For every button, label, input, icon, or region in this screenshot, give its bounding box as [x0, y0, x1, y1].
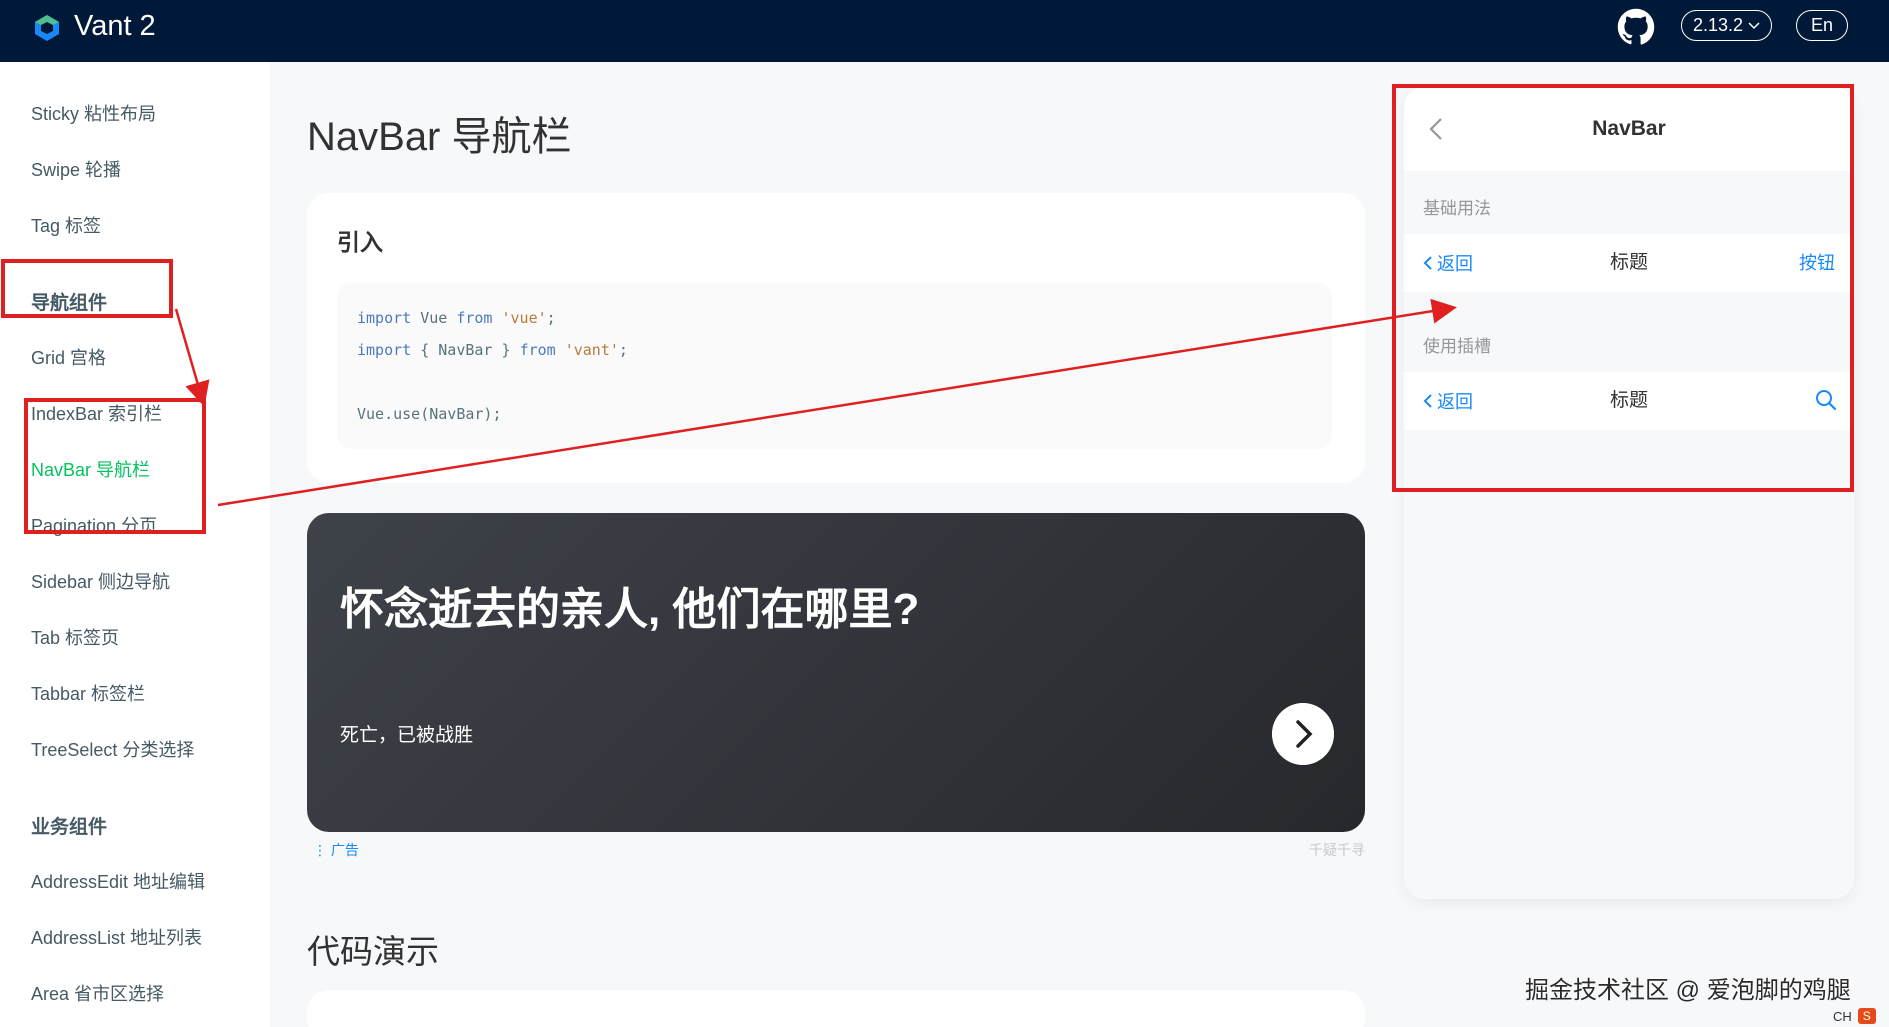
sidebar-item-grid[interactable]: Grid 宫格: [31, 344, 106, 370]
demo-label-slot: 使用插槽: [1423, 337, 1491, 356]
ime-indicator[interactable]: CH S: [1833, 1008, 1876, 1024]
watermark: 掘金技术社区 @ 爱泡脚的鸡腿: [1525, 977, 1851, 1004]
ad-source[interactable]: 千疑千寻: [1309, 840, 1365, 860]
code-line-3: Vue.use(NavBar);: [357, 405, 502, 423]
demo-navbar-basic: 返回 标题 按钮: [1404, 234, 1854, 292]
search-icon[interactable]: [1814, 388, 1838, 412]
github-icon[interactable]: [1617, 8, 1655, 46]
ad-footer: ⋮ 广告 千疑千寻: [307, 840, 1365, 862]
page-title: NavBar 导航栏: [307, 115, 572, 159]
version-label: 2.13.2: [1692, 15, 1744, 35]
code-line-2: import { NavBar } from 'vant';: [357, 341, 628, 359]
sidebar-item-area[interactable]: Area 省市区选择: [31, 980, 164, 1006]
language-switch-button[interactable]: En: [1796, 10, 1848, 41]
sidebar-item-sidebar[interactable]: Sidebar 侧边导航: [31, 568, 170, 594]
ime-lang: CH: [1833, 1008, 1852, 1024]
sidebar-item-tab[interactable]: Tab 标签页: [31, 624, 119, 650]
top-header: Vant 2 2.13.2 En: [0, 0, 1889, 62]
intro-card: 引入 import Vue from 'vue'; import { NavBa…: [307, 193, 1365, 483]
sidebar-item-pagination[interactable]: Pagination 分页: [31, 512, 157, 538]
ad-tag[interactable]: ⋮ 广告: [313, 840, 359, 860]
sidebar-item-addresslist[interactable]: AddressList 地址列表: [31, 924, 202, 950]
phone-nav-bar: NavBar: [1404, 87, 1854, 171]
ad-banner[interactable]: 怀念逝去的亲人, 他们在哪里? 死亡，已被战胜: [307, 513, 1365, 832]
demo-label-basic: 基础用法: [1423, 199, 1491, 218]
sidebar-item-indexbar[interactable]: IndexBar 索引栏: [31, 400, 162, 426]
intro-title: 引入: [337, 229, 383, 255]
sidebar-item-treeselect[interactable]: TreeSelect 分类选择: [31, 736, 194, 762]
ime-icon: S: [1857, 1008, 1876, 1024]
sidebar-item-tabbar[interactable]: Tabbar 标签栏: [31, 680, 145, 706]
sidebar-group-business: 业务组件: [31, 817, 108, 838]
sidebar-item-addressedit[interactable]: AddressEdit 地址编辑: [31, 868, 205, 894]
ad-subtitle: 死亡，已被战胜: [340, 725, 474, 746]
phone-preview: NavBar 基础用法 返回 标题 按钮 使用插槽 返回 标题: [1404, 87, 1854, 899]
sidebar-group-navigation: 导航组件: [31, 293, 108, 314]
demo-navbar-slot: 返回 标题: [1404, 372, 1854, 430]
brand-title[interactable]: Vant 2: [74, 10, 156, 43]
sidebar-item-sticky[interactable]: Sticky 粘性布局: [31, 100, 156, 126]
code-line-1: import Vue from 'vue';: [357, 309, 556, 327]
sidebar-item-navbar[interactable]: NavBar 导航栏: [31, 456, 150, 482]
code-block[interactable]: import Vue from 'vue'; import { NavBar }…: [337, 283, 1332, 449]
phone-nav-title: NavBar: [1592, 117, 1666, 140]
sidebar-nav: Sticky 粘性布局 Swipe 轮播 Tag 标签 导航组件 Grid 宫格…: [0, 62, 270, 1027]
sidebar-item-tag[interactable]: Tag 标签: [31, 212, 101, 238]
chevron-right-icon[interactable]: [1272, 703, 1334, 765]
sidebar-item-swipe[interactable]: Swipe 轮播: [31, 156, 121, 182]
demo-right-button[interactable]: 按钮: [1799, 234, 1835, 292]
chevron-down-icon: [1748, 21, 1760, 29]
demo-title: 标题: [1609, 252, 1648, 273]
demo-section-title: 代码演示: [307, 933, 439, 970]
demo-title: 标题: [1609, 390, 1648, 411]
vant-logo-icon[interactable]: [32, 13, 62, 43]
ad-title: 怀念逝去的亲人, 他们在哪里?: [340, 585, 920, 634]
demo-card: [307, 990, 1365, 1027]
version-selector[interactable]: 2.13.2: [1681, 10, 1772, 41]
